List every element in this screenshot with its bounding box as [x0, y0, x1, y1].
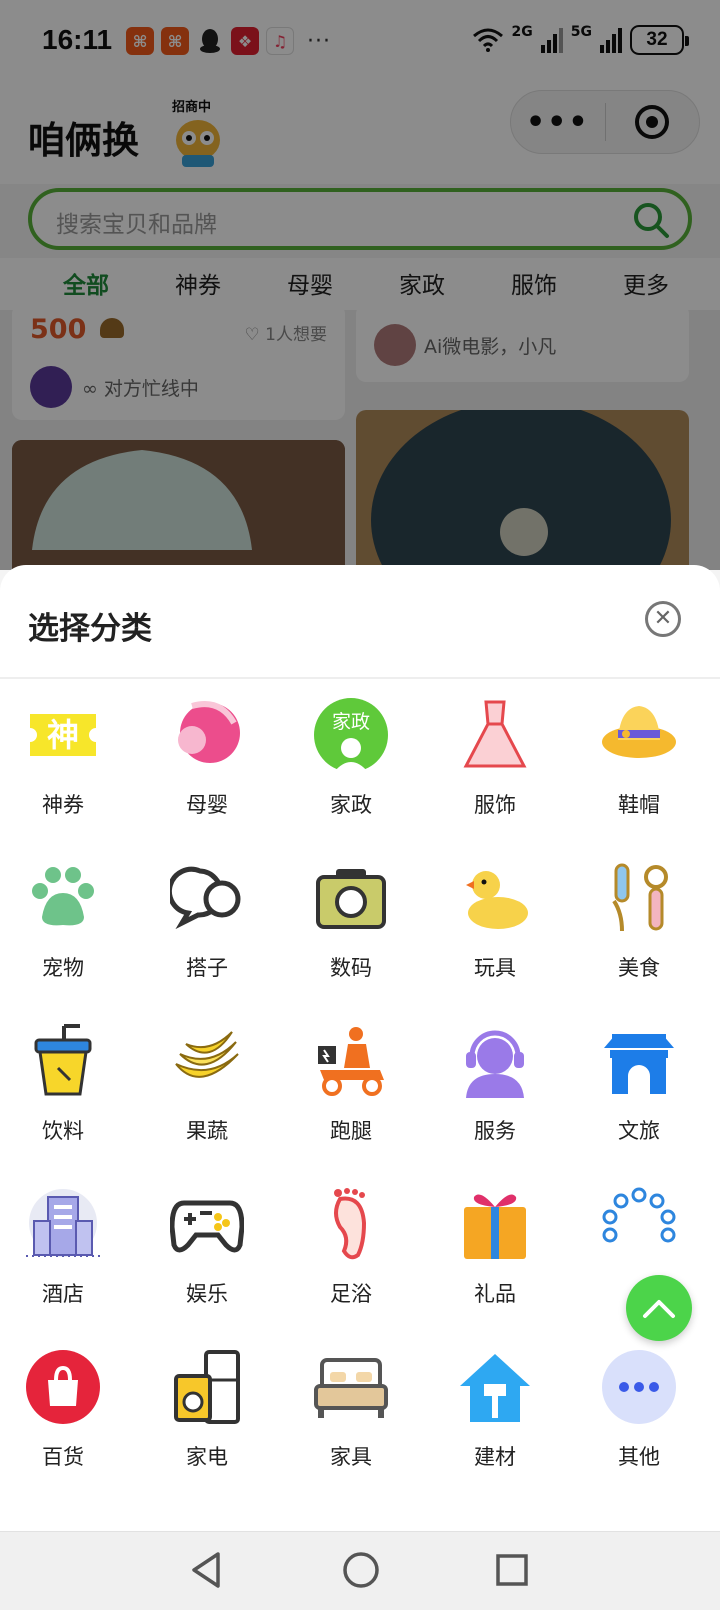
category-entertainment[interactable]: 娱乐 — [133, 1182, 281, 1332]
dress-icon — [463, 700, 527, 768]
scroll-to-top-button[interactable] — [626, 1275, 692, 1341]
category-shoes-hats[interactable]: 鞋帽 — [565, 693, 713, 843]
category-label: 鞋帽 — [618, 793, 660, 817]
system-nav-bar — [0, 1531, 720, 1610]
category-label: 服务 — [474, 1119, 516, 1143]
category-label: 文旅 — [618, 1119, 660, 1143]
category-label: 其他 — [618, 1445, 660, 1469]
hotel-building-icon — [26, 1189, 100, 1257]
divider — [0, 677, 720, 679]
building-material-icon — [460, 1354, 530, 1422]
category-label: 搭子 — [186, 956, 228, 980]
customer-service-icon — [466, 1030, 524, 1098]
category-furniture[interactable]: 家具 — [277, 1345, 425, 1495]
recents-nav-button[interactable] — [494, 1550, 530, 1590]
bed-icon — [314, 1358, 388, 1418]
category-appliances[interactable]: 家电 — [133, 1345, 281, 1495]
category-label: 娱乐 — [186, 1282, 228, 1306]
appliance-icon — [174, 1350, 240, 1424]
category-errand[interactable]: 跑腿 — [277, 1019, 425, 1169]
category-gifts[interactable]: 礼品 — [421, 1182, 569, 1332]
category-food[interactable]: 美食 — [565, 856, 713, 1006]
category-label: 酒店 — [42, 1282, 84, 1306]
category-label: 跑腿 — [330, 1119, 372, 1143]
close-icon: ✕ — [653, 606, 673, 631]
modal-overlay[interactable] — [0, 0, 720, 570]
category-label: 足浴 — [330, 1282, 372, 1306]
category-pet[interactable]: 宠物 — [0, 856, 137, 1006]
duck-icon — [466, 871, 528, 929]
housekeeping-icon: 家政 — [314, 698, 388, 772]
category-mother-baby[interactable]: 母婴 — [133, 693, 281, 843]
hat-icon — [602, 706, 676, 758]
bead-bracelet-icon — [602, 1187, 676, 1243]
foot-icon — [334, 1188, 367, 1260]
category-buddy[interactable]: 搭子 — [133, 856, 281, 1006]
category-label: 饮料 — [42, 1119, 84, 1143]
category-fruit-veg[interactable]: 果蔬 — [133, 1019, 281, 1169]
svg-text:家政: 家政 — [332, 711, 370, 733]
pavilion-icon — [604, 1034, 674, 1094]
mother-baby-icon — [178, 701, 240, 763]
category-label: 家具 — [330, 1445, 372, 1469]
category-label: 礼品 — [474, 1282, 516, 1306]
category-label: 建材 — [474, 1445, 516, 1469]
banana-icon — [175, 1031, 239, 1078]
drink-cup-icon — [34, 1024, 92, 1096]
category-label: 美食 — [618, 956, 660, 980]
category-culture-travel[interactable]: 文旅 — [565, 1019, 713, 1169]
category-drinks[interactable]: 饮料 — [0, 1019, 137, 1169]
category-building-materials[interactable]: 建材 — [421, 1345, 569, 1495]
category-housekeeping[interactable]: 家政 家政 — [277, 693, 425, 843]
close-sheet-button[interactable]: ✕ — [645, 601, 681, 637]
svg-text:神: 神 — [47, 716, 79, 754]
coupon-icon: 神 — [30, 714, 96, 756]
category-label: 数码 — [330, 956, 372, 980]
delivery-scooter-icon — [318, 1027, 384, 1096]
gift-box-icon — [464, 1194, 526, 1259]
category-label: 家电 — [186, 1445, 228, 1469]
category-service[interactable]: 服务 — [421, 1019, 569, 1169]
category-toys[interactable]: 玩具 — [421, 856, 569, 1006]
category-clothing[interactable]: 服饰 — [421, 693, 569, 843]
category-label: 果蔬 — [186, 1119, 228, 1143]
category-label: 神券 — [42, 793, 84, 817]
category-label: 宠物 — [42, 956, 84, 980]
cutlery-icon — [612, 863, 668, 932]
category-hotel[interactable]: 酒店 — [0, 1182, 137, 1332]
paw-icon — [32, 867, 94, 926]
home-nav-button[interactable] — [342, 1550, 380, 1590]
sheet-title: 选择分类 — [28, 611, 152, 647]
shopping-bag-icon — [26, 1350, 100, 1424]
category-label: 家政 — [330, 793, 372, 817]
category-coupon[interactable]: 神 神券 — [0, 693, 137, 843]
chevron-up-icon — [643, 1300, 675, 1318]
category-foot-bath[interactable]: 足浴 — [277, 1182, 425, 1332]
gamepad-icon — [170, 1200, 244, 1253]
more-dots-icon — [602, 1350, 676, 1424]
chat-bubbles-icon — [170, 866, 241, 930]
category-department-store[interactable]: 百货 — [0, 1345, 137, 1495]
category-other[interactable]: 其他 — [565, 1345, 713, 1495]
camera-icon — [316, 869, 386, 929]
category-label: 百货 — [42, 1445, 84, 1469]
category-sheet: 选择分类 ✕ 神 神券 母婴 家政 家政 服饰 鞋帽 宠物 搭子 数码 玩具 美… — [0, 565, 720, 1531]
category-label: 母婴 — [186, 793, 228, 817]
category-label: 玩具 — [474, 956, 516, 980]
category-digital[interactable]: 数码 — [277, 856, 425, 1006]
category-label: 服饰 — [474, 793, 516, 817]
back-nav-button[interactable] — [188, 1550, 224, 1590]
